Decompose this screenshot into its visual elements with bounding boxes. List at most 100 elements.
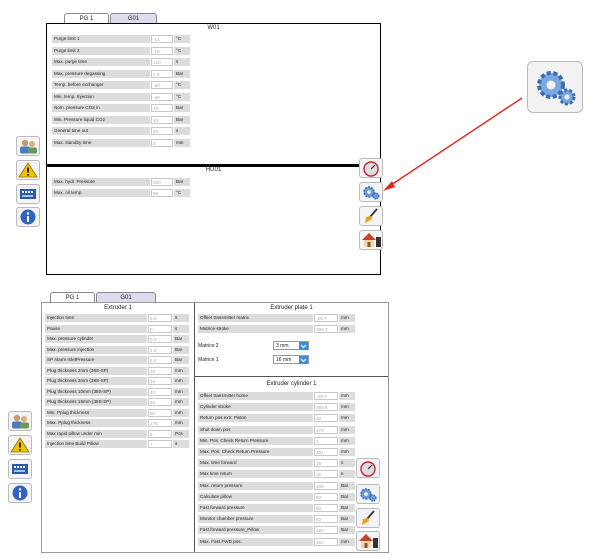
param-row: Offset transmitter matrix -29.7 mm	[198, 314, 355, 322]
param-row: Injection time Build Pillow 7 s	[45, 440, 189, 448]
param-value-input[interactable]: 4.0	[148, 345, 172, 354]
param-value-input[interactable]: 40	[148, 377, 172, 385]
param-row: Temp. before exchanger -80 °C	[52, 81, 190, 89]
param-value-input[interactable]: 120	[151, 58, 173, 66]
param-unit: °C	[174, 92, 190, 101]
param-row: Cylinder stroke 384.8 mm	[198, 403, 355, 412]
param-unit: °C	[174, 81, 190, 89]
users-button[interactable]	[8, 411, 32, 431]
param-value-input[interactable]: 9.0	[148, 314, 172, 322]
param-value-input[interactable]: 1	[314, 436, 338, 445]
info-button[interactable]	[8, 483, 32, 503]
param-unit: Pcs	[173, 429, 189, 438]
gauge-button[interactable]	[356, 458, 380, 478]
param-unit: Bar	[173, 356, 189, 364]
warning-button[interactable]	[16, 160, 40, 180]
param-value-input[interactable]: -16	[151, 46, 173, 55]
param-label: Temp. before exchanger	[52, 81, 150, 89]
home-button[interactable]	[359, 230, 383, 250]
param-value-input[interactable]: 100	[314, 481, 338, 490]
device-button[interactable]	[8, 459, 32, 479]
param-row: Min. Pos. Check Return Pressure 1 mm	[198, 436, 355, 445]
param-unit: °C	[174, 46, 190, 55]
param-unit: mm	[173, 398, 189, 406]
brush-icon	[362, 510, 375, 525]
param-unit: s	[173, 440, 189, 448]
param-value-input[interactable]: 16	[151, 104, 173, 112]
param-value-input[interactable]: -40	[151, 92, 173, 101]
param-unit: mm	[173, 377, 189, 385]
param-value-input[interactable]: 15	[314, 470, 338, 479]
param-value-input[interactable]: 152	[314, 537, 338, 546]
param-unit: Bar	[339, 515, 355, 524]
info-button[interactable]	[16, 207, 40, 227]
param-label: Max. Fast FWD pos.	[198, 537, 313, 546]
param-row: Purge limit 2 -16 °C	[52, 46, 190, 55]
matrice2-select[interactable]: 3 mm	[273, 341, 309, 350]
param-value-input[interactable]: -29.7	[314, 314, 338, 322]
param-row: SP Alarm InletPressure 5.0 Bar	[45, 356, 189, 364]
param-value-input[interactable]: -39.7	[314, 392, 338, 400]
param-value-input[interactable]: 0.2	[148, 335, 172, 343]
param-value-input[interactable]: 80	[314, 492, 338, 501]
home-icon	[362, 233, 381, 247]
param-unit: mm	[339, 324, 355, 333]
settings-button[interactable]	[356, 484, 380, 504]
device-button[interactable]	[16, 184, 40, 204]
home-icon	[359, 534, 378, 548]
param-value-input[interactable]: 279	[314, 425, 338, 434]
param-value-input[interactable]: -14	[151, 35, 173, 43]
param-unit: mm	[339, 392, 355, 400]
param-unit: Bar	[339, 504, 355, 512]
settings-panel-hu01: HU01 Max. hydr. Pressure 220 Bar Max. oil t…	[46, 165, 381, 275]
param-unit: mm	[339, 448, 355, 456]
warning-button[interactable]	[8, 435, 32, 455]
param-value-input[interactable]: 30	[151, 127, 173, 135]
param-label: Calculate pillow	[198, 492, 313, 501]
param-label: Cylinder stroke	[198, 403, 313, 412]
param-label: Max rapid pillow under min	[45, 429, 147, 438]
param-value-input[interactable]: 5	[151, 138, 173, 147]
brush-button[interactable]	[356, 508, 380, 528]
chevron-down-icon	[299, 356, 308, 364]
param-value-input[interactable]: 220	[151, 178, 173, 186]
param-value-input[interactable]: 0	[148, 324, 172, 333]
param-value-input[interactable]: 254	[314, 448, 338, 456]
home-button[interactable]	[356, 531, 380, 551]
settings-panel-w01: W01 Purge limit 1 -14 °C Purge limit 2 -16 °C…	[46, 23, 381, 165]
param-value-input[interactable]: 175	[148, 419, 172, 427]
param-value-input[interactable]: 50	[314, 504, 338, 512]
param-value-input[interactable]: -80	[151, 81, 173, 89]
param-label: Shut down pos	[198, 425, 313, 434]
matrice1-select[interactable]: 16 mm	[273, 355, 309, 364]
param-label: Purge limit 2	[52, 46, 150, 55]
param-unit: Bar	[174, 69, 190, 78]
gears-icon	[363, 186, 380, 200]
param-value-input[interactable]: 30	[314, 414, 338, 423]
param-value-input[interactable]: 384.8	[314, 403, 338, 412]
cyl1-title: Extruder cylinder 1	[266, 381, 317, 387]
param-value-input[interactable]: 60	[314, 515, 338, 524]
param-value-input[interactable]: 5.0	[148, 356, 172, 364]
param-value-input[interactable]: 10	[151, 115, 173, 124]
extruder-panel: Extruder 1 Extruder plate 1 Injection ti…	[41, 302, 389, 553]
param-value-input[interactable]: 65	[151, 188, 173, 197]
param-row: Min. temp. Injection -40 °C	[52, 92, 190, 101]
param-value-input[interactable]: 299.3	[314, 324, 338, 333]
param-row: Max time return 15 s	[198, 470, 355, 479]
param-value-input[interactable]: 120	[314, 526, 338, 535]
param-label: Max. pressure degassing	[52, 69, 150, 78]
param-value-input[interactable]: 40	[148, 366, 172, 375]
param-value-input[interactable]: 1.0	[151, 69, 173, 78]
param-value-input[interactable]: 40	[148, 398, 172, 406]
settings-zoom-callout	[527, 61, 583, 113]
param-value-input[interactable]: 15	[314, 459, 338, 468]
param-value-input[interactable]: 40	[148, 387, 172, 396]
param-unit: Bar	[339, 492, 355, 501]
users-button[interactable]	[16, 136, 40, 156]
param-value-input[interactable]: 60	[148, 408, 172, 417]
gauge-icon	[360, 461, 376, 477]
brush-button[interactable]	[359, 206, 383, 226]
param-value-input[interactable]: 5	[148, 429, 172, 438]
param-value-input[interactable]: 7	[148, 440, 172, 448]
